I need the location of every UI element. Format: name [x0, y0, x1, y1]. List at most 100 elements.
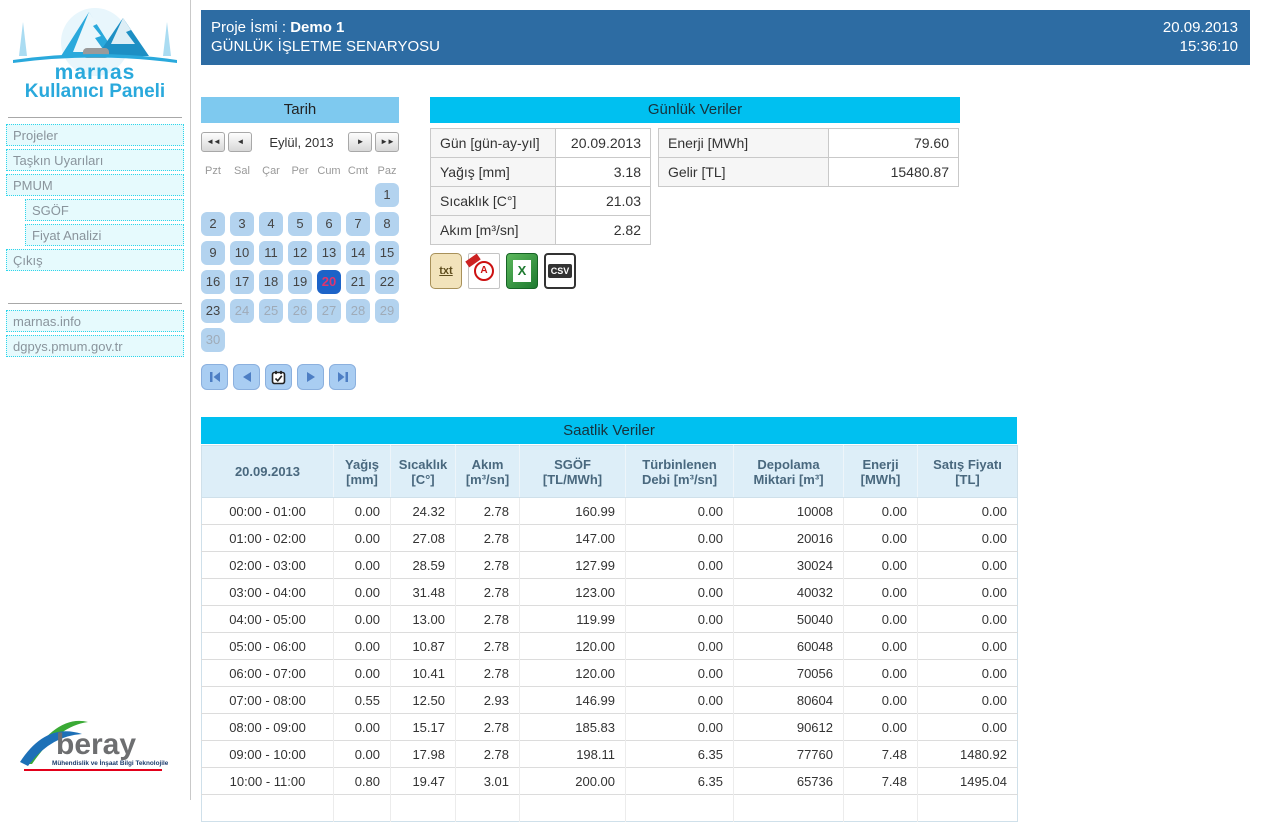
hourly-cell: 80604 — [734, 687, 844, 714]
export-xls-label: X — [513, 260, 531, 282]
weekday-label: Pzt — [201, 165, 225, 177]
prev-icon[interactable] — [233, 364, 260, 390]
hourly-column-header: SGÖF [TL/MWh] — [520, 446, 626, 498]
hourly-cell: 0.80 — [334, 768, 391, 795]
next-icon[interactable] — [297, 364, 324, 390]
hourly-cell: 0.00 — [844, 714, 918, 741]
project-label: Proje İsmi : — [211, 19, 286, 36]
calendar-day-spacer — [230, 183, 254, 207]
calendar-day[interactable]: 22 — [375, 270, 399, 294]
calendar-day[interactable]: 26 — [288, 299, 312, 323]
calendar-day-spacer — [201, 183, 225, 207]
hourly-data-panel: Saatlik Veriler 20.09.2013Yağış [mm]Sıca… — [201, 417, 1017, 822]
hourly-cell: 0.00 — [626, 606, 734, 633]
hourly-cell: 0.55 — [334, 687, 391, 714]
calendar-title: Tarih — [201, 97, 399, 123]
calendar-day[interactable]: 6 — [317, 212, 341, 236]
calendar-day[interactable]: 14 — [346, 241, 370, 265]
calendar-day[interactable]: 1 — [375, 183, 399, 207]
hourly-cell: 0.00 — [334, 579, 391, 606]
calendar-day[interactable]: 3 — [230, 212, 254, 236]
daily-data-title: Günlük Veriler — [430, 97, 960, 123]
hourly-cell: 77760 — [734, 741, 844, 768]
next-month-icon[interactable]: ► — [348, 132, 372, 152]
hourly-cell: 0.00 — [334, 741, 391, 768]
calendar-day[interactable]: 4 — [259, 212, 283, 236]
calendar-day[interactable]: 18 — [259, 270, 283, 294]
calendar-day[interactable]: 19 — [288, 270, 312, 294]
hourly-cell: 09:00 - 10:00 — [202, 741, 334, 768]
daily-label: Akım [m³/sn] — [431, 216, 556, 245]
daily-row: Sıcaklık [C°]21.03 — [431, 187, 651, 216]
calendar-day[interactable]: 25 — [259, 299, 283, 323]
calendar-day[interactable]: 2 — [201, 212, 225, 236]
calendar-day[interactable]: 5 — [288, 212, 312, 236]
export-xls-icon[interactable]: X — [506, 253, 538, 289]
sidebar-item-ta-k-n-uyar-lar[interactable]: Taşkın Uyarıları — [6, 149, 184, 171]
hourly-cell: 6.35 — [626, 768, 734, 795]
prev-year-icon[interactable]: ◄◄ — [201, 132, 225, 152]
hourly-header-row: 20.09.2013Yağış [mm]Sıcaklık [C°]Akım [m… — [202, 446, 1018, 498]
last-icon[interactable] — [329, 364, 356, 390]
calendar-day[interactable]: 20 — [317, 270, 341, 294]
hourly-cell: 0.00 — [626, 687, 734, 714]
export-pdf-icon[interactable]: A — [468, 253, 500, 289]
calendar-day[interactable]: 15 — [375, 241, 399, 265]
calendar-day[interactable]: 16 — [201, 270, 225, 294]
daily-right-table: Enerji [MWh]79.60Gelir [TL]15480.87 — [658, 128, 959, 187]
calendar-day[interactable]: 9 — [201, 241, 225, 265]
sidebar-item-fiyat-analizi[interactable]: Fiyat Analizi — [25, 224, 184, 246]
sidebar-item-pmum[interactable]: PMUM — [6, 174, 184, 196]
hourly-cell: 0.00 — [918, 552, 1018, 579]
sidebar-item-k[interactable]: Çıkış — [6, 249, 184, 271]
sidebar-item-projeler[interactable]: Projeler — [6, 124, 184, 146]
sidebar-item-sg-f[interactable]: SGÖF — [25, 199, 184, 221]
hourly-table: 20.09.2013Yağış [mm]Sıcaklık [C°]Akım [m… — [201, 445, 1018, 822]
calendar-day[interactable]: 7 — [346, 212, 370, 236]
hourly-cell — [626, 795, 734, 822]
calendar-day[interactable]: 13 — [317, 241, 341, 265]
hourly-cell: 2.78 — [456, 525, 520, 552]
marnas-logo-icon: marnas Kullanıcı Paneli — [5, 4, 185, 100]
calendar-day[interactable]: 8 — [375, 212, 399, 236]
export-txt-icon[interactable]: txt — [430, 253, 462, 289]
hourly-cell: 2.78 — [456, 741, 520, 768]
hourly-cell: 0.00 — [626, 714, 734, 741]
calendar-day-grid: 1234567891011121314151617181920212223242… — [201, 183, 399, 352]
calendar-day[interactable]: 27 — [317, 299, 341, 323]
daily-row: Enerji [MWh]79.60 — [659, 129, 959, 158]
today-calendar-icon[interactable] — [265, 364, 292, 390]
next-year-icon[interactable]: ►► — [375, 132, 399, 152]
hourly-cell: 0.00 — [626, 525, 734, 552]
daily-left-table: Gün [gün-ay-yıl]20.09.2013Yağış [mm]3.18… — [430, 128, 651, 245]
hourly-row: 07:00 - 08:000.5512.502.93146.990.008060… — [202, 687, 1018, 714]
calendar-day[interactable]: 28 — [346, 299, 370, 323]
calendar-day[interactable]: 30 — [201, 328, 225, 352]
hourly-cell: 04:00 - 05:00 — [202, 606, 334, 633]
calendar-day[interactable]: 12 — [288, 241, 312, 265]
hourly-cell: 30024 — [734, 552, 844, 579]
hourly-cell: 17.98 — [391, 741, 456, 768]
hourly-cell: 10:00 - 11:00 — [202, 768, 334, 795]
calendar-day[interactable]: 11 — [259, 241, 283, 265]
hourly-cell: 0.00 — [334, 606, 391, 633]
hourly-row: 03:00 - 04:000.0031.482.78123.000.004003… — [202, 579, 1018, 606]
prev-month-icon[interactable]: ◄ — [228, 132, 252, 152]
sidebar-link-dgpys-pmum-gov-tr[interactable]: dgpys.pmum.gov.tr — [6, 335, 184, 357]
hourly-cell: 0.00 — [918, 525, 1018, 552]
export-csv-icon[interactable]: CSV — [544, 253, 576, 289]
calendar-day[interactable]: 17 — [230, 270, 254, 294]
calendar-day[interactable]: 23 — [201, 299, 225, 323]
hourly-cell: 146.99 — [520, 687, 626, 714]
calendar-day[interactable]: 21 — [346, 270, 370, 294]
first-icon[interactable] — [201, 364, 228, 390]
calendar-day[interactable]: 29 — [375, 299, 399, 323]
hourly-cell: 02:00 - 03:00 — [202, 552, 334, 579]
hourly-cell: 0.00 — [334, 660, 391, 687]
calendar-day[interactable]: 10 — [230, 241, 254, 265]
hourly-cell: 2.78 — [456, 498, 520, 525]
current-date: 20.09.2013 — [1163, 18, 1238, 37]
hourly-cell — [456, 795, 520, 822]
calendar-day[interactable]: 24 — [230, 299, 254, 323]
sidebar-link-marnas-info[interactable]: marnas.info — [6, 310, 184, 332]
